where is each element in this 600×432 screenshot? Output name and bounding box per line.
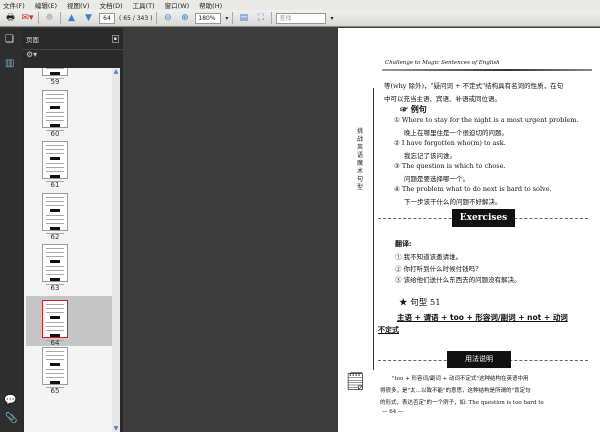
menu-edit[interactable]: 编辑(E) [35,0,57,10]
options-icon[interactable]: ⚙▾ [22,50,123,65]
comments-icon[interactable]: 💬 [4,395,16,406]
separator [60,12,61,24]
pattern-formula: 主语 + 谓语 + too + 形容词/副词 + not + 动词 [397,313,568,322]
example-title: ☞ 例句 [400,104,427,114]
thumbnail-label: 61 [50,181,60,189]
paragraph-line: 中可以充当主语、宾语、补语或同位语。 [384,95,501,103]
exercises-banner: Exercises [452,209,515,227]
fit-page-icon[interactable]: ⛶ [254,12,267,24]
attachment-icon[interactable]: 📎 [5,413,17,424]
page-thumbnail[interactable]: 62 [26,192,112,245]
example-zh: 下一步该干什么的问题不好解决。 [404,198,502,206]
page-thumbnail[interactable]: 64 [26,295,112,347]
usage-illustration-icon: 🗒 [344,371,367,392]
thumbnail-label: 59 [50,78,60,86]
navigation-rail: ❏ ▥ 💬 📎 [0,28,22,432]
document-page: Challenge to Magic Sentences of English … [338,28,600,432]
thumbnail-list: 59 60 61 62 63 64 65 ▲ ▼ [24,68,120,432]
page-number-input[interactable]: 64 [99,12,115,24]
page-thumbnail[interactable]: 63 [26,244,112,296]
zoom-out-icon[interactable]: ⊖ [161,12,174,24]
separator [271,12,273,24]
zoom-dropdown-icon[interactable]: ▾ [225,15,228,22]
usage-text: "too + 形容词/副词 + 动词不定式"这种结构在英语中用 [392,376,529,382]
running-header: Challenge to Magic Sentences of English [385,60,500,66]
page-thumbnail[interactable]: 65 [26,347,112,399]
menu-help[interactable]: 帮助(H) [199,0,222,10]
usage-banner: 用法说明 [447,351,511,368]
example-en: ② I have forgotten who(m) to ask. [394,139,506,147]
panel-title: 页面 [26,35,39,44]
bookmarks-icon[interactable]: ▥ [5,58,14,69]
pattern-formula-cont: 不定式 [378,325,399,334]
header-rule [382,69,592,71]
page-number: — 64 — [382,409,404,415]
thumbnail-label: 63 [50,284,60,292]
example-zh: 我忘记了该问谁。 [404,152,456,160]
page-thumbnail[interactable]: 60 [26,89,112,142]
separator [38,12,39,24]
thumbnail-image [42,299,68,341]
page-thumbnail[interactable]: 61 [26,141,112,193]
previous-page-icon[interactable]: ▲ [65,12,78,24]
thumbnail-label: 60 [50,129,60,138]
side-title: 挑战英语魔术句型 [357,128,364,191]
zoom-input[interactable]: 180% [195,12,222,24]
paragraph-line: 等(why 除外)，"疑问词 + 不定式"结构具有名词的性质，在句 [384,82,564,90]
example-en: ① Where to stay for the night is a most … [394,116,579,124]
exercise-item: ③ 该给他们送什么东西去的问题没有解决。 [395,276,521,284]
thumbnail-image [42,68,68,79]
thumbnail-image [42,244,68,285]
page-count: ( 65 / 343 ) [119,14,153,22]
example-en: ③ The question is which to chose. [394,162,506,170]
exercise-item: ① 我不知道该邀请谁。 [395,253,463,261]
separator [232,12,234,24]
usage-text: 的形式，表达否定"的一个例子，如: The question is too ha… [380,400,544,406]
margin-rule [373,88,374,370]
fit-width-icon[interactable]: ▤ [237,12,250,24]
menu-tools[interactable]: 工具(T) [133,0,155,10]
menu-document[interactable]: 文档(D) [100,0,123,10]
example-en: ④ The problem what to do next is hard to… [394,185,552,193]
thumbnail-label: 65 [50,387,60,395]
thumbnail-label: 64 [50,338,60,347]
translate-title: 翻译: [395,239,412,248]
exercise-item: ② 你打听到什么时候付钱吗? [395,265,479,273]
thumbnail-image [42,347,68,388]
print-icon[interactable]: 🖶 [4,12,17,24]
toolbar: 🖶 ✉▾ ☸ ▲ ▼ 64 ( 65 / 343 ) ⊖ ⊕ 180% ▾ ▤ … [0,10,600,27]
scrollbar[interactable]: ▲ ▼ [112,68,120,432]
share-icon[interactable]: ✉▾ [21,12,34,24]
menu-file[interactable]: 文件(F) [3,0,25,10]
thumbnail-label: 62 [50,232,60,241]
pattern-title: ★ 句型 51 [399,298,441,308]
panel-menu-button[interactable]: ▪ [111,34,119,43]
hand-tool-icon[interactable]: ☸ [43,12,56,24]
thumbnail-image [42,192,68,234]
zoom-in-icon[interactable]: ⊕ [178,12,191,24]
example-zh: 问题是要选择哪一个。 [404,175,469,183]
example-zh: 晚上在哪里住是一个很迫切的问题。 [404,129,508,137]
menu-bar: 文件(F) 编辑(E) 视图(V) 文档(D) 工具(T) 窗口(W) 帮助(H… [0,0,600,10]
thumbnail-image [42,141,68,182]
menu-window[interactable]: 窗口(W) [165,0,190,10]
pages-icon[interactable]: ❏ [5,34,14,45]
usage-text: 得很多，是"太…以致不能"的意思，这种结构是所谓的"肯定句 [380,388,531,394]
page-thumbnail[interactable]: 59 [26,68,112,90]
pages-panel: 页面 ▪ ⚙▾ 59 60 61 62 63 64 65 ▲ ▼ [22,28,123,432]
menu-view[interactable]: 视图(V) [67,0,90,10]
separator [156,12,158,24]
search-input[interactable]: 查找 [276,12,327,24]
next-page-icon[interactable]: ▼ [82,12,95,24]
thumbnail-image [42,89,68,131]
search-dropdown-icon[interactable]: ▾ [330,15,333,22]
